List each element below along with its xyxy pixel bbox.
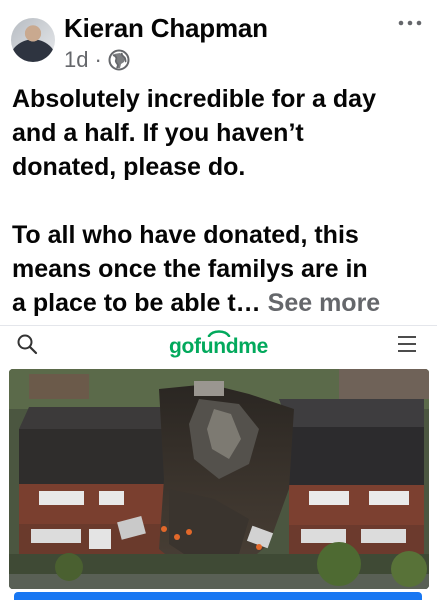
post-time[interactable]: 1d (64, 47, 88, 73)
accent-bar (14, 592, 422, 600)
author-name[interactable]: Kieran Chapman (64, 13, 268, 44)
post-header: Kieran Chapman 1d · (0, 0, 437, 80)
gofundme-header: gofundme (0, 325, 437, 369)
post-text-line: means once the familys are in (12, 255, 368, 283)
post-meta: 1d · (64, 47, 130, 73)
meta-separator: · (94, 47, 102, 72)
post-text-truncated: a place to be able t… (12, 289, 261, 317)
avatar[interactable] (11, 18, 55, 62)
post-text-line: donated, please do. (12, 153, 246, 181)
see-more-link[interactable]: See more (268, 289, 381, 317)
post-text-line: To all who have donated, this (12, 221, 359, 249)
post-text-line: and a half. If you haven’t (12, 119, 304, 147)
post-text: Absolutely incredible for a day and a ha… (12, 82, 432, 320)
gofundme-logo[interactable]: gofundme (0, 335, 437, 359)
globe-icon[interactable] (108, 49, 130, 71)
post-text-line: a place to be able t… See more (12, 286, 432, 320)
link-preview[interactable]: gofundme (0, 325, 437, 600)
aerial-photo-destroyed-houses[interactable] (9, 369, 429, 589)
hamburger-menu-icon[interactable] (397, 335, 417, 353)
post-text-line: Absolutely incredible for a day (12, 85, 376, 113)
ellipsis-icon[interactable] (397, 18, 423, 28)
